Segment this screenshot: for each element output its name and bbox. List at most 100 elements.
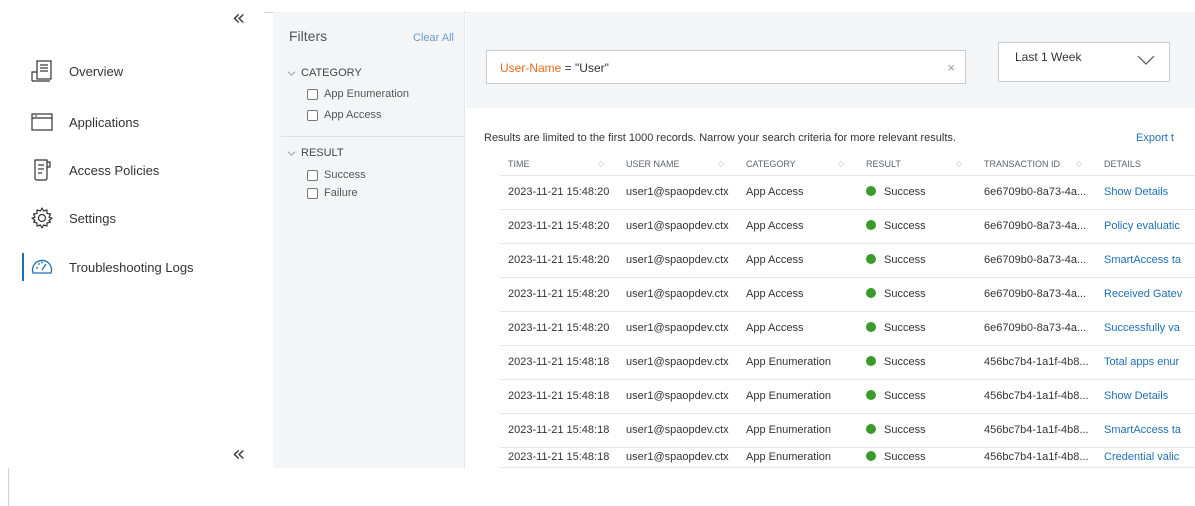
column-header-result[interactable]: RESULT ◇ — [858, 153, 976, 176]
cell-user-name: user1@spaopdev.ctx — [618, 175, 738, 210]
sidebar-item-applications-label: Applications — [69, 114, 140, 130]
success-status-icon — [866, 220, 876, 230]
time-range-value: Last 1 Week — [1015, 50, 1082, 64]
table-row[interactable]: 2023-11-21 15:48:18 user1@spaopdev.ctx App… — [500, 447, 1195, 468]
export-link[interactable]: Export t — [1136, 132, 1174, 144]
filter-option-success[interactable]: Success — [307, 169, 366, 181]
cell-details-link[interactable]: Successfully va — [1096, 311, 1195, 346]
success-status-icon — [866, 424, 876, 434]
cell-transaction-id: 6e6709b0-8a73-4a... — [976, 277, 1096, 312]
result-label: Success — [884, 288, 926, 300]
cell-details-link[interactable]: Total apps enur — [1096, 345, 1195, 380]
collapse-sidebar-top-icon[interactable]: « — [232, 8, 245, 30]
main-content: User-Name = "User" × Last 1 Week Results… — [466, 12, 1195, 468]
cell-details-link[interactable]: Show Details — [1096, 379, 1195, 414]
table-row[interactable]: 2023-11-21 15:48:18 user1@spaopdev.ctx App… — [500, 345, 1195, 380]
cell-user-name: user1@spaopdev.ctx — [618, 209, 738, 244]
cell-transaction-id: 6e6709b0-8a73-4a... — [976, 243, 1096, 278]
results-limit-note: Results are limited to the first 1000 re… — [484, 132, 956, 144]
cell-details-link[interactable]: Show Details — [1096, 175, 1195, 210]
cell-time: 2023-11-21 15:48:18 — [500, 345, 618, 380]
result-label: Success — [884, 186, 926, 198]
cell-details-link[interactable]: Policy evaluatic — [1096, 209, 1195, 244]
table-row[interactable]: 2023-11-21 15:48:18 user1@spaopdev.ctx App… — [500, 413, 1195, 448]
sidebar-item-overview[interactable]: Overview — [8, 56, 264, 86]
cell-details-link[interactable]: Credential valic — [1096, 447, 1195, 468]
cell-result: Success — [858, 379, 976, 414]
cell-time: 2023-11-21 15:48:20 — [500, 175, 618, 210]
cell-result: Success — [858, 243, 976, 278]
table-row[interactable]: 2023-11-21 15:48:18 user1@spaopdev.ctx App… — [500, 379, 1195, 414]
sort-icon[interactable]: ◇ — [718, 159, 724, 168]
sidebar-item-troubleshooting-logs[interactable]: Troubleshooting Logs — [8, 252, 264, 282]
cell-time: 2023-11-21 15:48:20 — [500, 209, 618, 244]
column-header-transaction-id[interactable]: TRANSACTION ID ◇ — [976, 153, 1096, 176]
sidebar-item-access-policies[interactable]: Access Policies — [8, 155, 264, 185]
column-header-category[interactable]: CATEGORY ◇ — [738, 153, 858, 176]
clear-all-link[interactable]: Clear All — [413, 32, 454, 44]
table-row[interactable]: 2023-11-21 15:48:20 user1@spaopdev.ctx App… — [500, 311, 1195, 346]
success-status-icon — [866, 186, 876, 196]
cell-user-name: user1@spaopdev.ctx — [618, 345, 738, 380]
success-status-icon — [866, 450, 876, 461]
sidebar-item-troubleshooting-logs-label: Troubleshooting Logs — [69, 259, 194, 275]
sidebar-item-overview-label: Overview — [69, 63, 124, 79]
cell-category: App Access — [738, 311, 858, 346]
column-header-details[interactable]: DETAILS — [1096, 153, 1195, 176]
table-row[interactable]: 2023-11-21 15:48:20 user1@spaopdev.ctx App… — [500, 243, 1195, 278]
applications-icon — [31, 113, 53, 131]
table-row[interactable]: 2023-11-21 15:48:20 user1@spaopdev.ctx App… — [500, 175, 1195, 210]
cell-category: App Access — [738, 209, 858, 244]
filter-group-result-label: RESULT — [301, 147, 344, 159]
filter-group-category[interactable]: CATEGORY — [287, 67, 362, 79]
cell-details-link[interactable]: SmartAccess ta — [1096, 413, 1195, 448]
table-row[interactable]: 2023-11-21 15:48:20 user1@spaopdev.ctx App… — [500, 209, 1195, 244]
cell-result: Success — [858, 209, 976, 244]
filter-option-app-enumeration[interactable]: App Enumeration — [307, 88, 409, 100]
sort-icon[interactable]: ◇ — [1076, 159, 1082, 168]
filter-option-failure[interactable]: Failure — [307, 187, 358, 199]
checkbox[interactable] — [307, 169, 318, 181]
sidebar-item-settings[interactable]: Settings — [8, 203, 264, 233]
collapse-sidebar-bottom-icon[interactable]: « — [232, 444, 245, 466]
cell-time: 2023-11-21 15:48:20 — [500, 277, 618, 312]
result-label: Success — [884, 254, 926, 266]
cell-user-name: user1@spaopdev.ctx — [618, 379, 738, 414]
sidebar-item-applications[interactable]: Applications — [8, 107, 264, 137]
result-label: Success — [884, 390, 926, 402]
checkbox[interactable] — [307, 187, 318, 199]
cell-details-link[interactable]: SmartAccess ta — [1096, 243, 1195, 278]
cell-category: App Enumeration — [738, 413, 858, 448]
cell-time: 2023-11-21 15:48:20 — [500, 243, 618, 278]
filter-option-label: App Enumeration — [324, 88, 409, 100]
success-status-icon — [866, 254, 876, 264]
filter-option-label: App Access — [324, 109, 382, 121]
cell-user-name: user1@spaopdev.ctx — [618, 447, 738, 468]
sort-icon[interactable]: ◇ — [956, 159, 962, 168]
cell-user-name: user1@spaopdev.ctx — [618, 311, 738, 346]
clear-search-icon[interactable]: × — [947, 60, 955, 75]
cell-result: Success — [858, 277, 976, 312]
cell-user-name: user1@spaopdev.ctx — [618, 277, 738, 312]
cell-details-link[interactable]: Received Gatev — [1096, 277, 1195, 312]
time-range-select[interactable]: Last 1 Week — [998, 42, 1170, 82]
sidebar: « Overview Applications Access Policies — [8, 8, 264, 468]
sort-icon[interactable]: ◇ — [838, 159, 844, 168]
checkbox[interactable] — [307, 88, 318, 100]
query-value: = "User" — [561, 61, 609, 75]
cell-category: App Access — [738, 175, 858, 210]
column-header-time[interactable]: TIME ◇ — [500, 153, 618, 176]
cell-time: 2023-11-21 15:48:20 — [500, 311, 618, 346]
filter-group-result[interactable]: RESULT — [287, 147, 344, 159]
column-header-user-name[interactable]: USER NAME ◇ — [618, 153, 738, 176]
checkbox[interactable] — [307, 109, 318, 121]
filter-option-label: Failure — [324, 187, 358, 199]
query-key: User-Name — [500, 61, 562, 75]
table-row[interactable]: 2023-11-21 15:48:20 user1@spaopdev.ctx App… — [500, 277, 1195, 312]
chevron-down-icon — [1137, 55, 1155, 65]
sort-icon[interactable]: ◇ — [598, 159, 604, 168]
filter-option-app-access[interactable]: App Access — [307, 109, 381, 121]
success-status-icon — [866, 288, 876, 298]
search-input[interactable]: User-Name = "User" × — [486, 50, 966, 84]
cell-time: 2023-11-21 15:48:18 — [500, 379, 618, 414]
